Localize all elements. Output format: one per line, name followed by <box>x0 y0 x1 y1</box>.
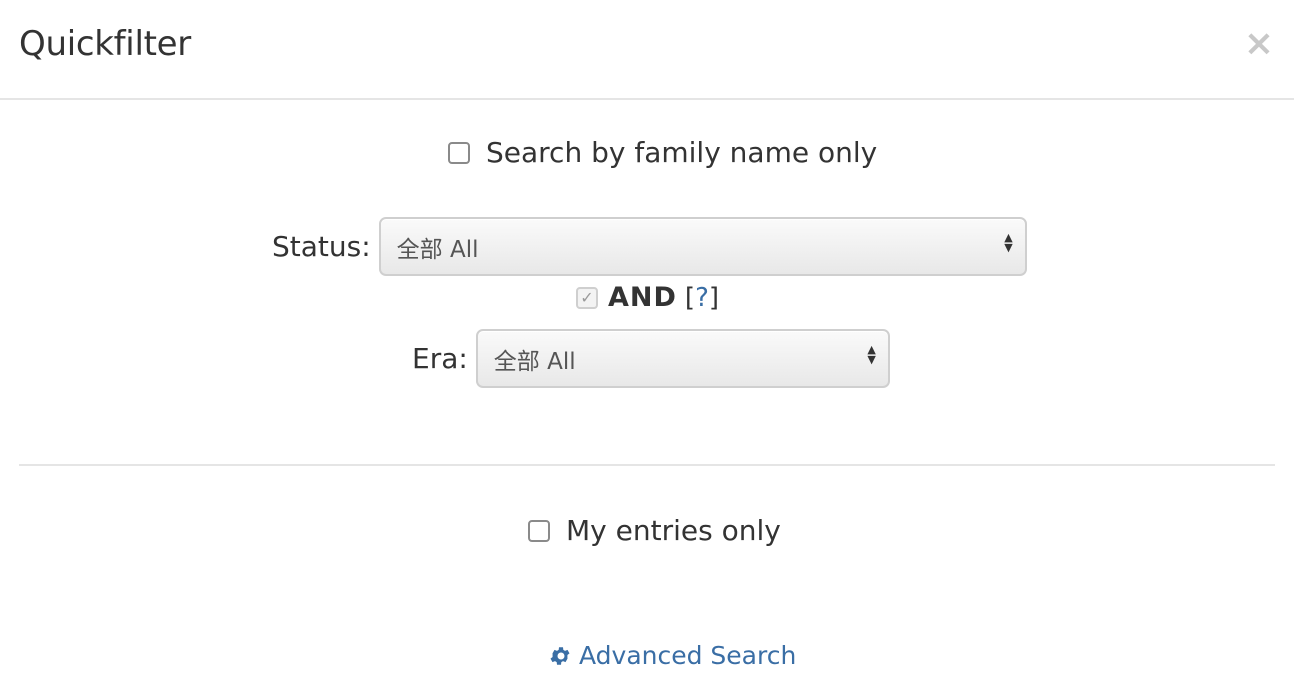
select-arrows-icon: ▲ ▼ <box>867 343 876 366</box>
my-entries-checkbox[interactable] <box>528 519 550 542</box>
my-entries-label: My entries only <box>566 514 781 547</box>
and-label: AND <box>608 282 677 313</box>
modal-header: Quickfilter × <box>0 0 1294 100</box>
status-select[interactable]: 全部 All ▲ ▼ <box>378 217 1027 276</box>
and-help-link[interactable]: ? <box>695 283 709 313</box>
and-help: [?] <box>685 283 719 313</box>
quickfilter-modal: Quickfilter × Search by family name only… <box>0 0 1294 696</box>
and-option: ✓ AND [?] <box>576 282 719 313</box>
advanced-search-link[interactable]: Advanced Search <box>549 641 796 670</box>
status-label: Status: <box>272 230 371 263</box>
modal-title: Quickfilter <box>19 24 191 64</box>
advanced-search-label: Advanced Search <box>579 641 797 670</box>
select-arrows-icon: ▲ ▼ <box>1004 231 1013 254</box>
help-bracket-open: [ <box>684 282 696 313</box>
era-selected-value: 全部 All <box>493 348 576 375</box>
era-filter: Era: 全部 All ▲ ▼ <box>412 329 890 388</box>
gear-icon <box>550 646 570 665</box>
my-entries-option[interactable]: My entries only <box>528 514 781 547</box>
era-label: Era: <box>412 342 468 375</box>
status-filter: Status: 全部 All ▲ ▼ <box>272 217 1027 276</box>
family-name-checkbox[interactable] <box>448 141 470 164</box>
and-checkbox[interactable]: ✓ <box>576 286 598 309</box>
status-selected-value: 全部 All <box>396 236 479 263</box>
help-bracket-close: ] <box>708 282 720 313</box>
family-name-option[interactable]: Search by family name only <box>448 136 877 169</box>
family-name-label: Search by family name only <box>486 136 878 169</box>
close-button[interactable]: × <box>1244 24 1274 64</box>
section-divider <box>19 464 1275 466</box>
era-select[interactable]: 全部 All ▲ ▼ <box>475 329 890 388</box>
